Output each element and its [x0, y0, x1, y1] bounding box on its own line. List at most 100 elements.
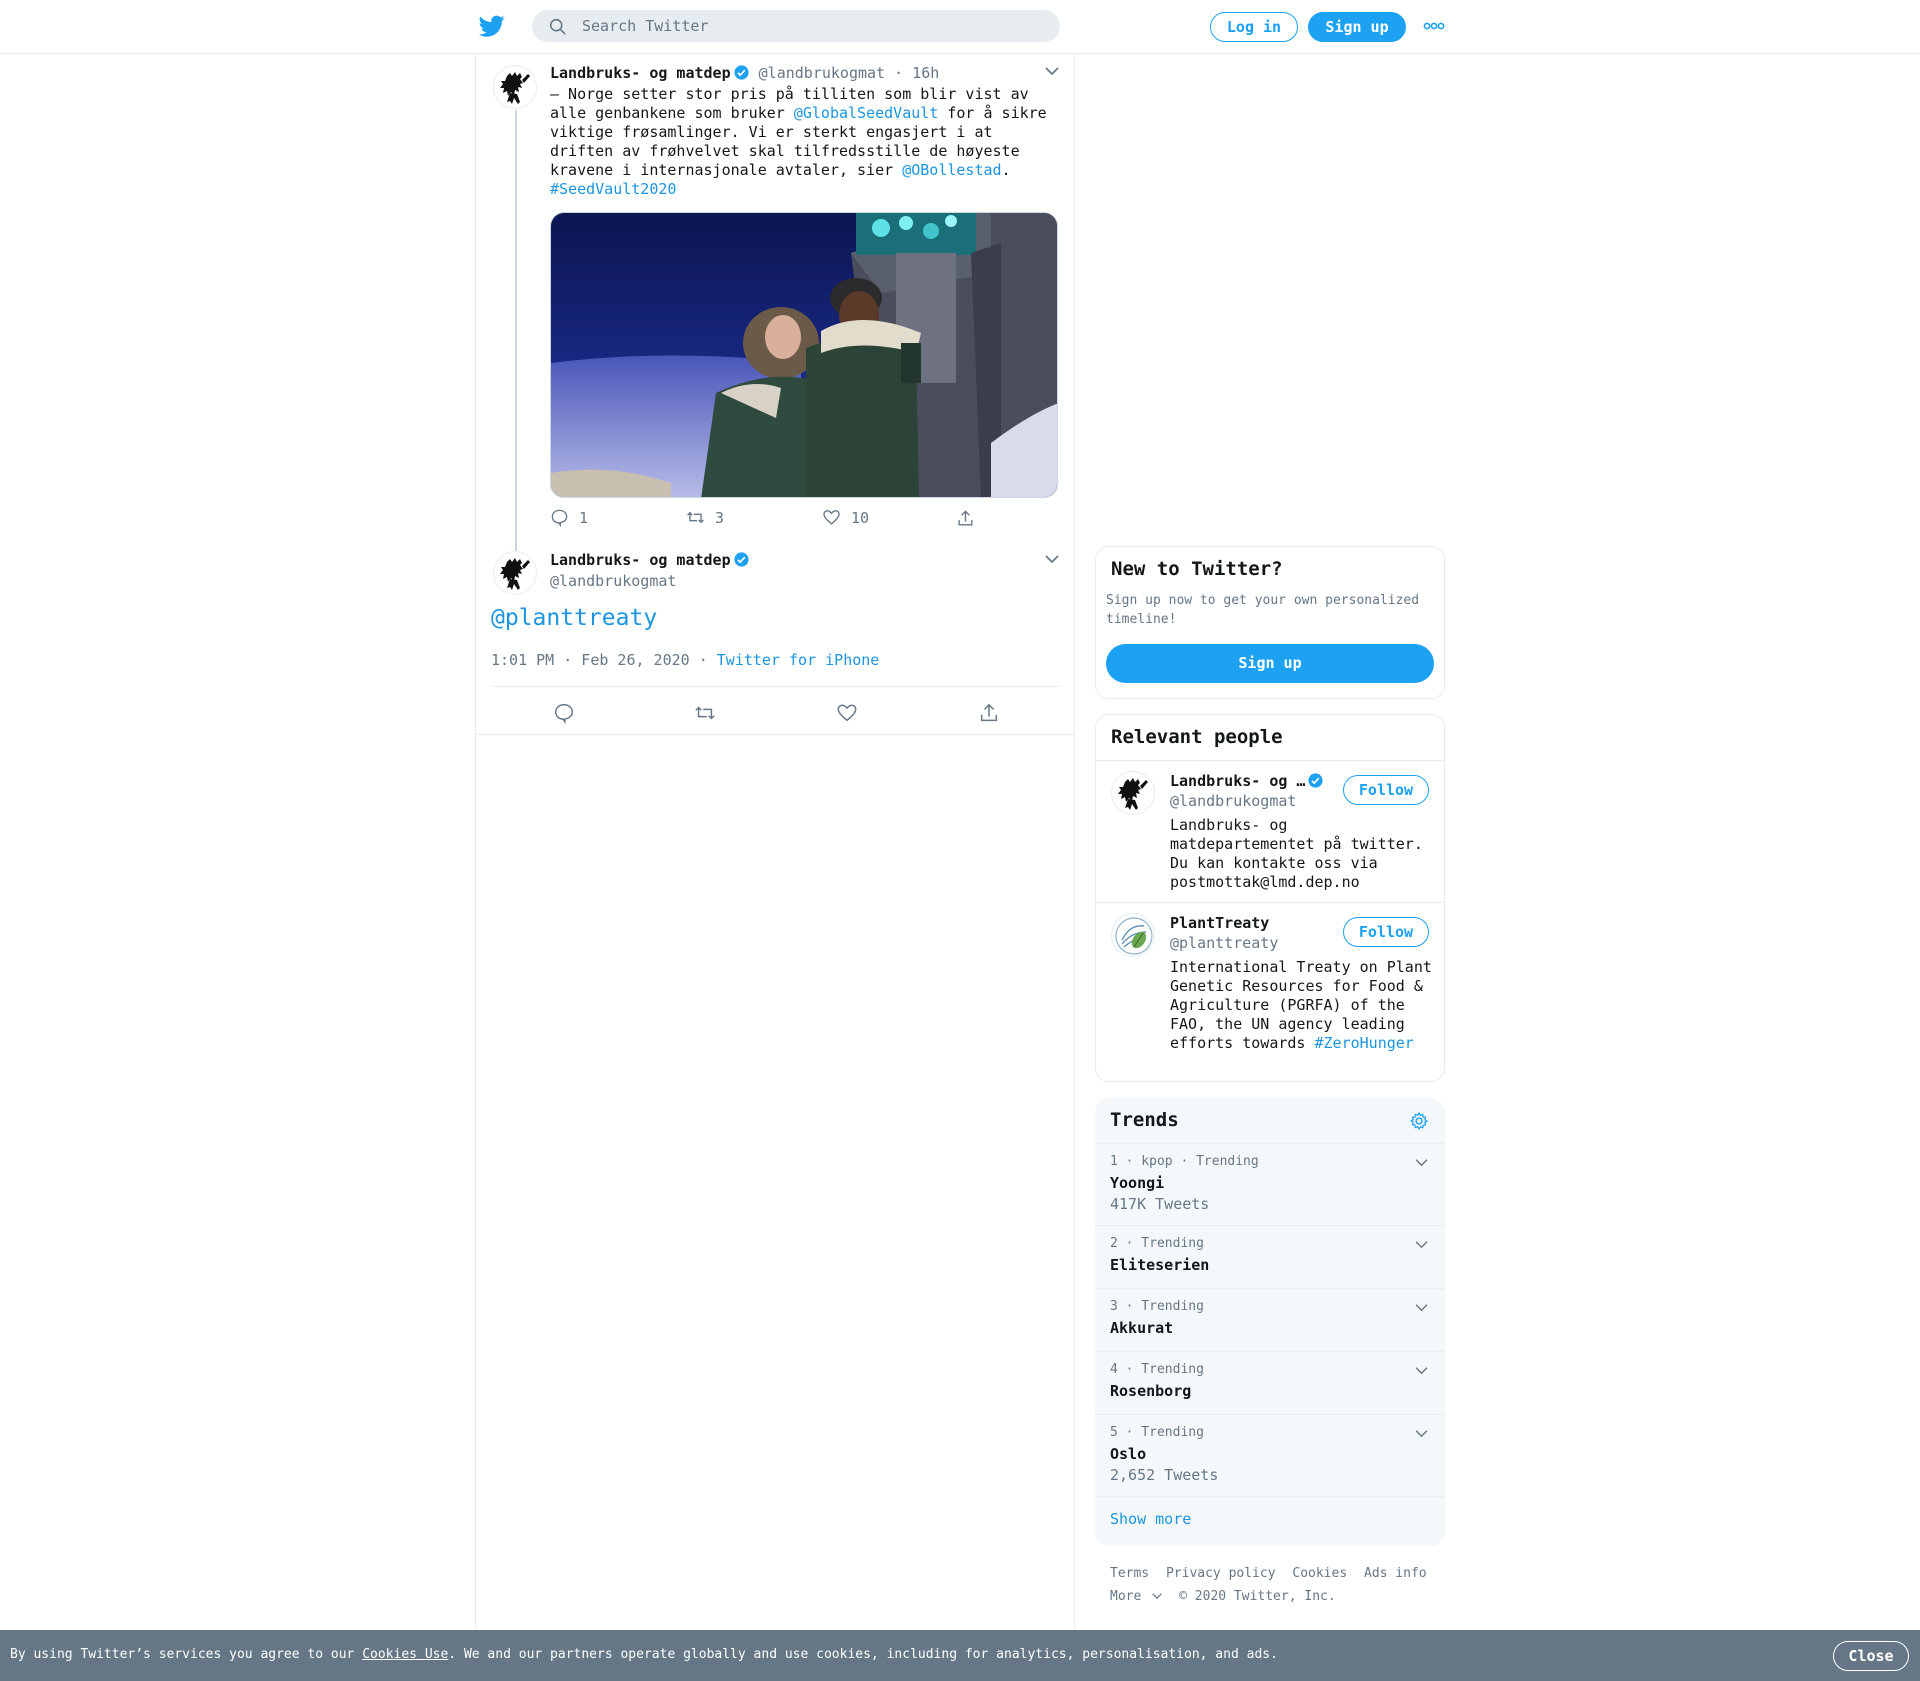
trend-item[interactable]: 4 · Trending Rosenborg — [1095, 1351, 1445, 1414]
chevron-down-icon[interactable] — [1045, 66, 1059, 76]
like-action[interactable]: 10 — [822, 508, 869, 527]
person-handle[interactable]: @planttreaty — [1170, 934, 1278, 952]
author-name[interactable]: Landbruks- og matdep — [550, 551, 731, 569]
chevron-down-icon[interactable] — [1415, 1303, 1428, 1312]
signup-card-button[interactable]: Sign up — [1106, 644, 1434, 683]
close-button[interactable]: Close — [1833, 1641, 1909, 1671]
avatar[interactable] — [493, 551, 537, 595]
search-icon — [549, 18, 566, 35]
chevron-down-icon[interactable] — [1415, 1240, 1428, 1249]
signup-card: New to Twitter? Sign up now to get your … — [1095, 546, 1445, 699]
photo-two-people-seed-vault — [551, 213, 1057, 497]
person-bio: International Treaty on Plant Genetic Re… — [1170, 958, 1432, 1053]
mention-link[interactable]: @GlobalSeedVault — [794, 104, 939, 122]
signup-card-description: Sign up now to get your own personalized… — [1106, 593, 1420, 627]
like-count: 10 — [851, 508, 870, 527]
chevron-down-icon[interactable] — [1045, 554, 1059, 564]
person-name[interactable]: Landbruks- og … — [1170, 772, 1324, 790]
login-button[interactable]: Log in — [1210, 12, 1298, 42]
author-handle[interactable]: @landbrukogmat — [759, 64, 885, 82]
share-icon — [958, 510, 973, 526]
author-handle[interactable]: @landbrukogmat — [550, 572, 676, 590]
search-input[interactable]: Search Twitter — [582, 17, 708, 35]
trend-meta: 4 · Trending — [1110, 1362, 1204, 1377]
person-item[interactable]: PlantTreaty @planttreaty International T… — [1096, 903, 1444, 1083]
footer-link-terms[interactable]: Terms — [1110, 1566, 1149, 1581]
hashtag-link[interactable]: #SeedVault2020 — [550, 180, 676, 198]
chevron-down-icon[interactable] — [1415, 1366, 1428, 1375]
verified-badge-icon — [1308, 773, 1324, 788]
trends-title: Trends — [1110, 1109, 1179, 1131]
chevron-down-icon[interactable] — [1415, 1429, 1428, 1438]
trend-item[interactable]: 3 · Trending Akkurat — [1095, 1288, 1445, 1351]
trend-name[interactable]: Yoongi — [1110, 1174, 1164, 1192]
author-name[interactable]: Landbruks- og matdep — [550, 64, 731, 82]
person-name[interactable]: PlantTreaty — [1170, 914, 1269, 932]
chevron-down-icon[interactable] — [1415, 1158, 1428, 1167]
tweet-source-link[interactable]: Twitter for iPhone — [717, 651, 880, 669]
cookie-banner: By using Twitter’s services you agree to… — [0, 1630, 1920, 1681]
meta-separator: · — [698, 651, 708, 669]
cookie-text-segment: . We and our partners operate globally a… — [448, 1647, 1278, 1662]
mention-link[interactable]: @planttreaty — [491, 605, 657, 631]
footer-link-cookies[interactable]: Cookies — [1292, 1566, 1347, 1581]
footer-link-privacy[interactable]: Privacy policy — [1166, 1566, 1276, 1581]
share-icon[interactable] — [978, 702, 1000, 724]
retweet-action[interactable]: 3 — [686, 508, 724, 527]
avatar[interactable] — [1111, 913, 1155, 957]
footer-link-ads-info[interactable]: Ads info — [1364, 1566, 1427, 1581]
tweet-text: – Norge setter stor pris på tilliten som… — [550, 85, 1050, 199]
retweet-icon — [687, 511, 704, 524]
show-more-link[interactable]: Show more — [1110, 1510, 1191, 1528]
trend-item[interactable]: 5 · Trending Oslo 2,652 Tweets — [1095, 1414, 1445, 1496]
person-item[interactable]: Landbruks- og … @landbrukogmat Landbruks… — [1096, 761, 1444, 902]
trend-item[interactable]: 2 · Trending Eliteserien — [1095, 1225, 1445, 1288]
twitter-bird-icon[interactable] — [478, 13, 506, 39]
avatar[interactable] — [493, 65, 537, 109]
footer-more-button[interactable]: More — [1110, 1589, 1163, 1604]
reply-action[interactable]: 1 — [550, 508, 588, 527]
tweet-text-segment: . — [1001, 161, 1011, 179]
gear-icon[interactable] — [1409, 1111, 1429, 1131]
planttreaty-logo-icon — [1113, 915, 1154, 956]
share-action[interactable] — [956, 509, 975, 528]
avatar[interactable] — [1111, 771, 1155, 815]
trend-meta: 1 · kpop · Trending — [1110, 1154, 1259, 1169]
follow-button[interactable]: Follow — [1343, 775, 1429, 805]
footer-more-label: More — [1110, 1589, 1142, 1604]
relevant-people-title: Relevant people — [1111, 726, 1283, 748]
trend-item[interactable]: 1 · kpop · Trending Yoongi 417K Tweets — [1095, 1143, 1445, 1225]
trend-meta: 3 · Trending — [1110, 1299, 1204, 1314]
thread-line — [515, 110, 517, 590]
mention-link[interactable]: @OBollestad — [902, 161, 1001, 179]
person-handle[interactable]: @landbrukogmat — [1170, 792, 1296, 810]
tweet-timestamp[interactable]: 1:01 PM · Feb 26, 2020 — [491, 651, 690, 669]
trend-name[interactable]: Eliteserien — [1110, 1256, 1209, 1274]
follow-button[interactable]: Follow — [1343, 917, 1429, 947]
cookies-use-link[interactable]: Cookies Use — [362, 1647, 448, 1662]
reply-icon[interactable] — [553, 702, 575, 724]
norway-lion-crest-icon — [1118, 778, 1148, 810]
trend-name[interactable]: Rosenborg — [1110, 1382, 1191, 1400]
more-dots-icon[interactable] — [1423, 19, 1445, 33]
top-header: Search Twitter Log in Sign up — [0, 0, 1920, 54]
trend-name[interactable]: Oslo — [1110, 1445, 1146, 1463]
retweet-icon[interactable] — [694, 702, 716, 724]
cookie-text-segment: By using Twitter’s services you agree to… — [10, 1647, 363, 1662]
heart-icon — [823, 510, 840, 525]
tweet-time[interactable]: · 16h — [894, 64, 939, 82]
trend-name[interactable]: Akkurat — [1110, 1319, 1173, 1337]
verified-badge-icon — [734, 65, 749, 80]
search-box[interactable]: Search Twitter — [532, 10, 1060, 42]
relevant-people-card: Relevant people Landbruks- og … @landbru… — [1095, 714, 1445, 1082]
chevron-down-icon — [1152, 1593, 1163, 1600]
person-name-text: Landbruks- og … — [1170, 772, 1306, 790]
divider — [491, 686, 1061, 687]
tweet-photo[interactable] — [550, 212, 1058, 498]
signup-button[interactable]: Sign up — [1308, 12, 1406, 42]
divider — [476, 734, 1074, 735]
hashtag-link[interactable]: #ZeroHunger — [1315, 1034, 1414, 1052]
norway-lion-crest-icon — [500, 72, 530, 104]
heart-icon[interactable] — [836, 702, 858, 724]
cookie-text: By using Twitter’s services you agree to… — [10, 1647, 1278, 1662]
